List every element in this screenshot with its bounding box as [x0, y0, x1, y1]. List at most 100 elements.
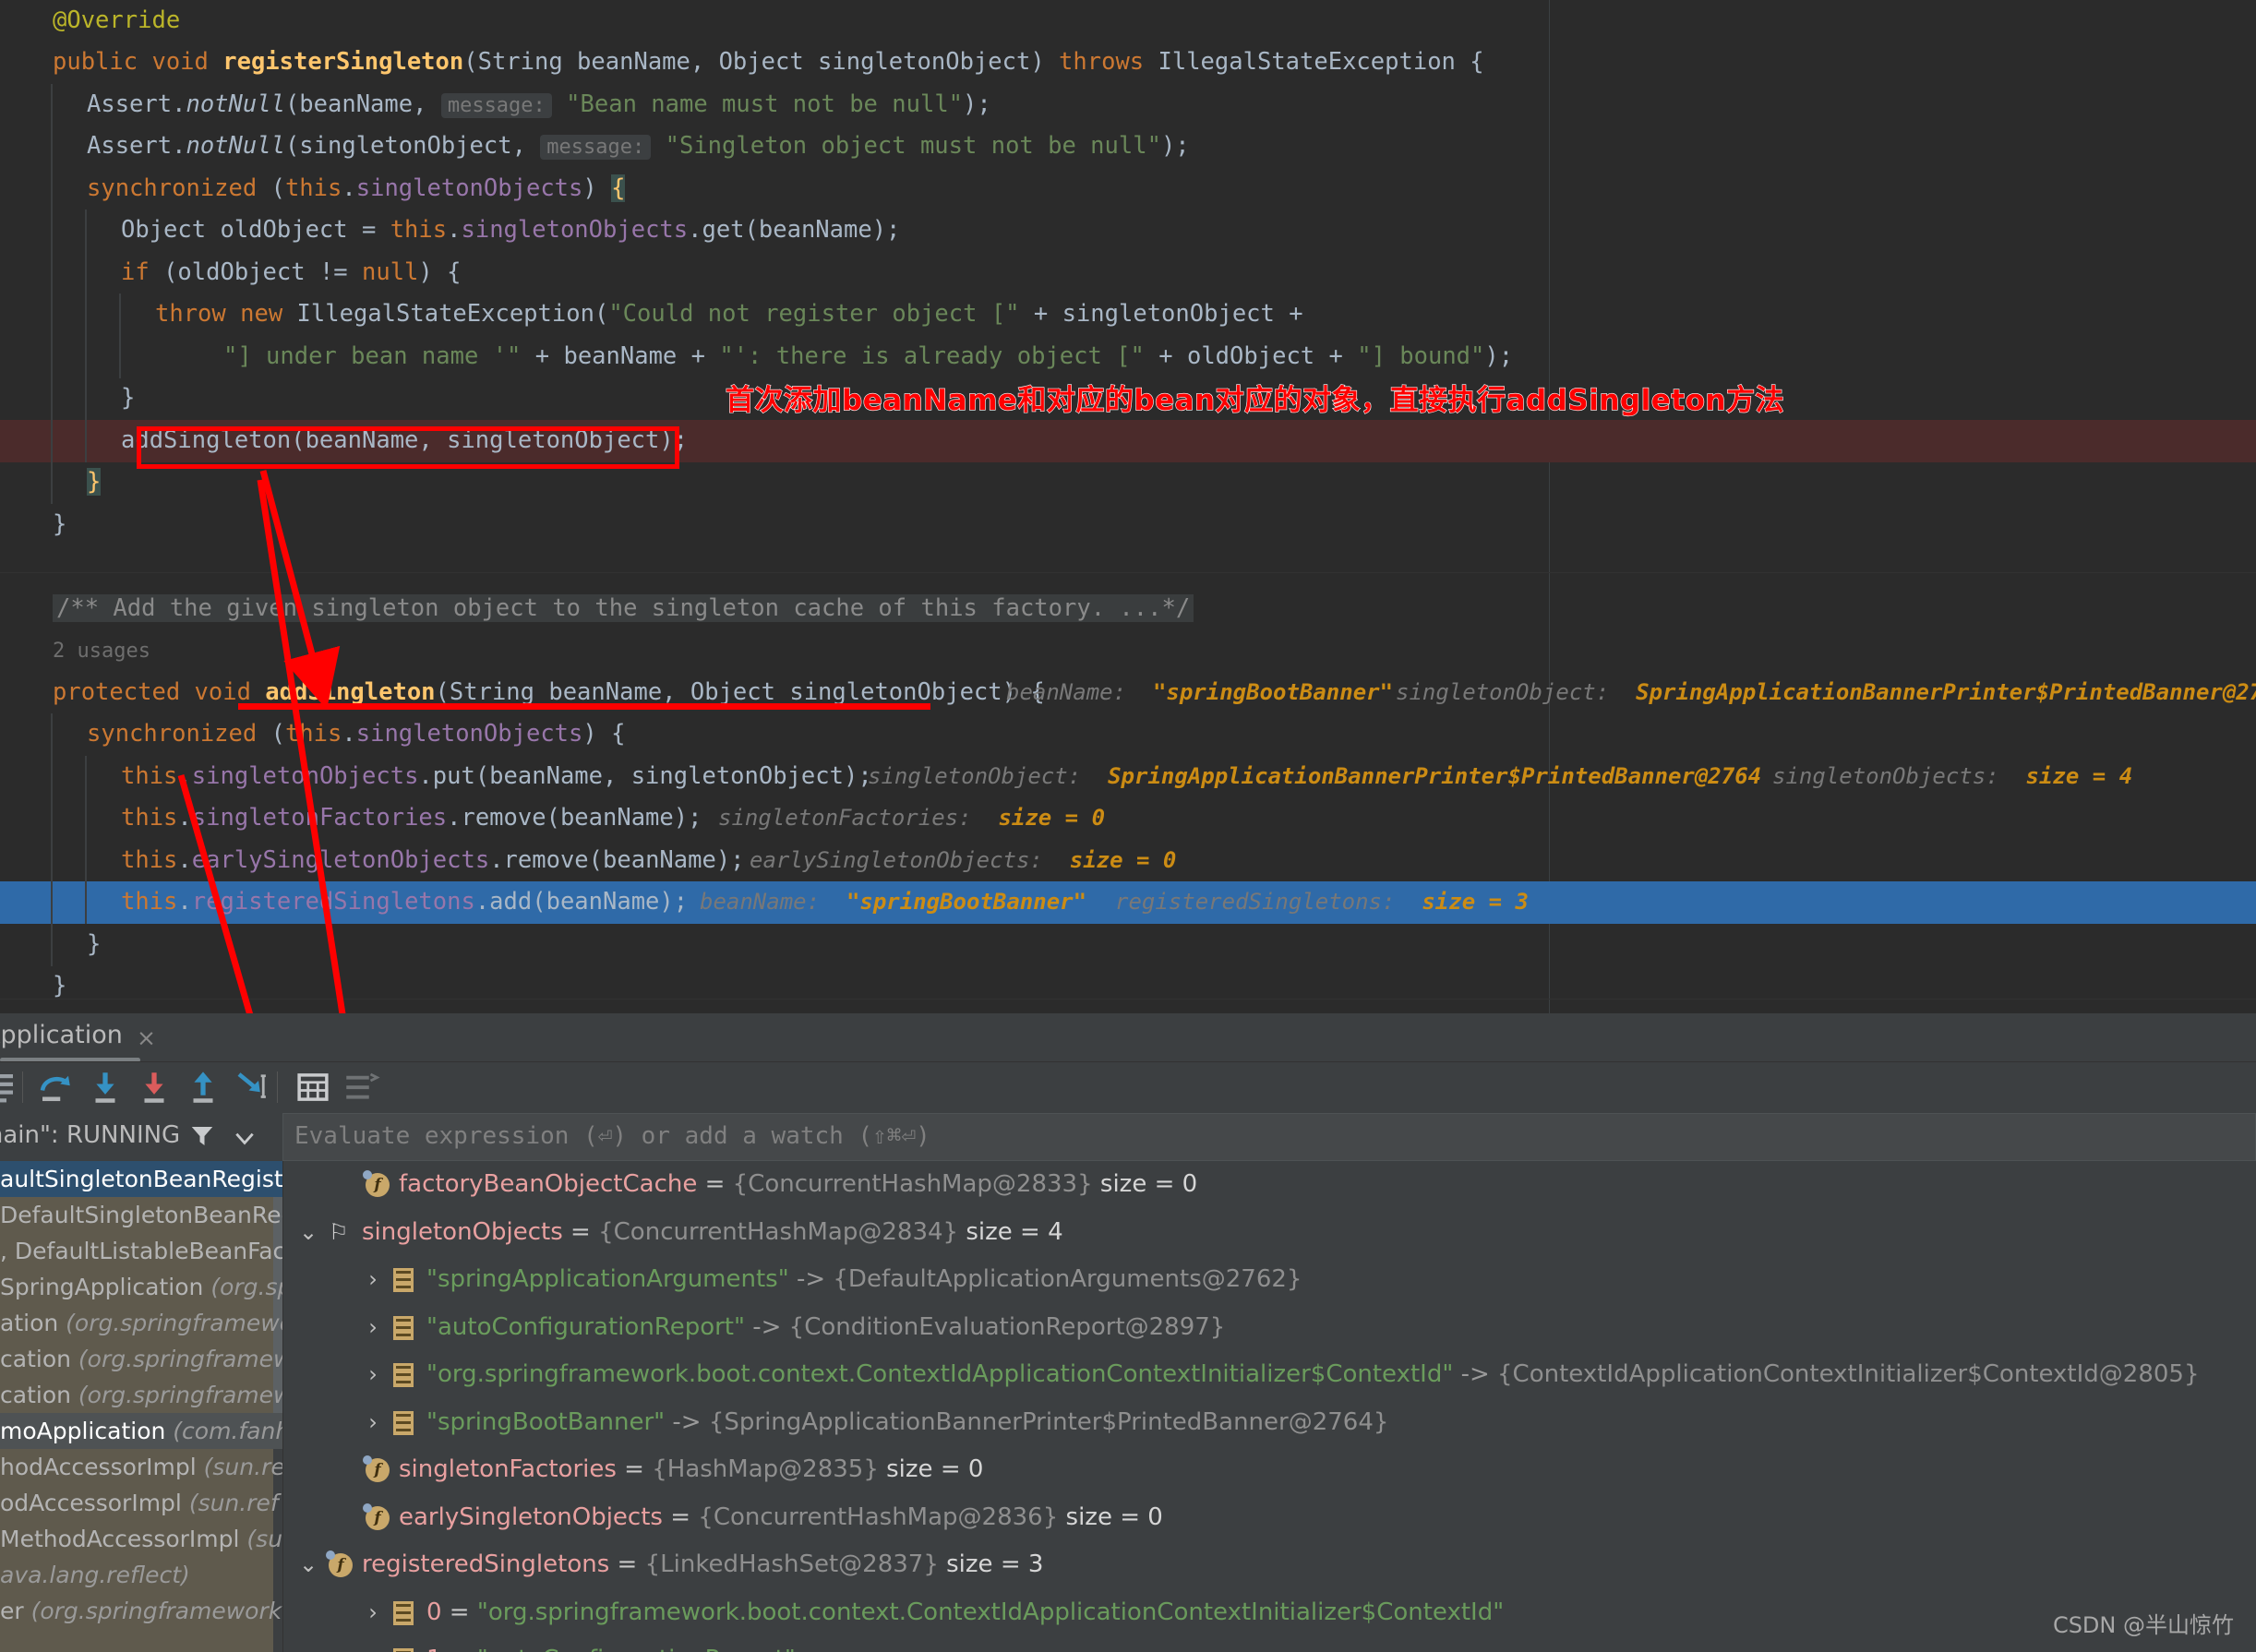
- step-out-icon[interactable]: [184, 1068, 222, 1107]
- code-token: synchronized: [87, 174, 271, 202]
- code-token: + oldObject +: [1144, 342, 1358, 370]
- code-token: this: [121, 888, 178, 916]
- code-line[interactable]: 2 usages: [0, 629, 2256, 672]
- variable-row[interactable]: › "autoConfigurationReport" -> {Condition…: [282, 1304, 2256, 1352]
- code-line[interactable]: [0, 545, 2256, 588]
- frame-package: (sun.re: [203, 1454, 282, 1480]
- step-into-icon[interactable]: [86, 1068, 125, 1107]
- variable-arrow: ->: [788, 1265, 834, 1293]
- code-token: .put(beanName, singletonObject);: [418, 762, 887, 790]
- variable-text: "springApplicationArguments" -> {Default…: [426, 1256, 1302, 1304]
- code-token: .: [447, 216, 462, 244]
- chevron-right-icon[interactable]: ›: [364, 1351, 382, 1399]
- variable-value: "autoConfigurationReport": [477, 1646, 796, 1652]
- chevron-down-icon[interactable]: [233, 1126, 257, 1150]
- debug-tool-window: Application ×: [0, 1013, 2256, 1652]
- variable-row[interactable]: f earlySingletonObjects = {ConcurrentHash…: [282, 1494, 2256, 1542]
- evaluate-expression-icon[interactable]: [294, 1068, 332, 1107]
- variable-text: "springBootBanner" -> {SpringApplication…: [426, 1399, 1388, 1447]
- frame-row[interactable]: SpringApplication (org.sp: [0, 1269, 282, 1305]
- variable-text: factoryBeanObjectCache = {ConcurrentHash…: [399, 1161, 1197, 1209]
- field-icon: f: [326, 1550, 353, 1577]
- code-line[interactable]: @Override: [0, 0, 2256, 42]
- code-token: 2 usages: [53, 640, 150, 663]
- tab-application[interactable]: Application: [0, 1021, 123, 1049]
- code-token: message:: [440, 93, 552, 118]
- close-icon[interactable]: ×: [137, 1024, 156, 1051]
- chevron-right-icon[interactable]: ›: [364, 1399, 382, 1447]
- debug-tabbar: Application ×: [0, 1013, 2256, 1062]
- settings-icon[interactable]: [342, 1068, 380, 1107]
- force-step-into-icon[interactable]: [135, 1068, 174, 1107]
- variables-tree[interactable]: f factoryBeanObjectCache = {ConcurrentHas…: [282, 1161, 2256, 1652]
- step-over-icon[interactable]: [36, 1068, 75, 1107]
- frames-list[interactable]: aultSingletonBeanRegistr DefaultSingleton…: [0, 1161, 282, 1652]
- variable-value: "org.springframework.boot.context.Contex…: [476, 1598, 1505, 1626]
- frame-row[interactable]: DefaultSingletonBeanReg: [0, 1197, 282, 1233]
- code-line[interactable]: Object oldObject = this.singletonObjects…: [0, 209, 2256, 252]
- code-line[interactable]: }: [0, 965, 2256, 1008]
- frame-row[interactable]: odAccessorImpl (sun.ref: [0, 1485, 282, 1521]
- code-token: .get(beanName);: [688, 216, 901, 244]
- code-line[interactable]: }: [0, 461, 2256, 504]
- frame-row[interactable]: cation (org.springframew: [0, 1377, 282, 1413]
- chevron-right-icon[interactable]: ›: [364, 1589, 382, 1637]
- frame-row[interactable]: , DefaultListableBeanFac: [0, 1233, 282, 1269]
- variable-index: 1: [426, 1646, 442, 1652]
- frame-row[interactable]: cation (org.springframew: [0, 1341, 282, 1377]
- frame-name: MethodAccessorImpl: [0, 1526, 247, 1552]
- code-line[interactable]: }: [0, 504, 2256, 546]
- code-line[interactable]: public void registerSingleton(String bea…: [0, 42, 2256, 84]
- chevron-right-icon[interactable]: ›: [364, 1256, 382, 1304]
- chevron-right-icon[interactable]: ›: [364, 1304, 382, 1352]
- code-line[interactable]: Assert.notNull(singletonObject, message:…: [0, 126, 2256, 168]
- variable-row[interactable]: › 0 = "org.springframework.boot.context.C…: [282, 1589, 2256, 1637]
- frame-row[interactable]: ava.lang.reflect): [0, 1557, 282, 1593]
- code-line[interactable]: throw new IllegalStateException("Could n…: [0, 293, 2256, 336]
- code-token: void: [194, 678, 266, 706]
- variable-row[interactable]: f factoryBeanObjectCache = {ConcurrentHas…: [282, 1161, 2256, 1209]
- variable-row[interactable]: ⌄ f registeredSingletons = {LinkedHashSet@…: [282, 1541, 2256, 1589]
- chevron-right-icon[interactable]: ›: [364, 1636, 382, 1652]
- code-line[interactable]: if (oldObject != null) {: [0, 252, 2256, 294]
- code-editor[interactable]: @Override public void registerSingleton(S…: [0, 0, 2256, 1013]
- code-line[interactable]: addSingleton(beanName, singletonObject);: [0, 420, 2256, 462]
- code-token: IllegalStateException {: [1158, 48, 1484, 76]
- frame-row[interactable]: [0, 1629, 282, 1652]
- frame-row[interactable]: ation (org.springframewo: [0, 1305, 282, 1341]
- code-line[interactable]: /** Add the given singleton object to th…: [0, 588, 2256, 630]
- inline-hint-label: singletonObjects:: [1772, 763, 2026, 789]
- variable-row[interactable]: › "springApplicationArguments" -> {Defaul…: [282, 1256, 2256, 1304]
- chevron-down-icon[interactable]: ⌄: [299, 1209, 318, 1257]
- frame-package: (org.springframew: [78, 1382, 282, 1408]
- variable-row[interactable]: › "org.springframework.boot.context.Conte…: [282, 1351, 2256, 1399]
- variable-row[interactable]: › 1 = "autoConfigurationReport": [282, 1636, 2256, 1652]
- inline-debug-hint: earlySingletonObjects: size = 0: [750, 840, 1176, 882]
- frame-row[interactable]: moApplication (com.fanh: [0, 1413, 282, 1449]
- frame-row[interactable]: aultSingletonBeanRegistr: [0, 1161, 282, 1197]
- code-line[interactable]: "] under bean name '" + beanName + "': t…: [0, 336, 2256, 378]
- frame-package: (org.sp: [210, 1274, 282, 1300]
- frame-row[interactable]: er (org.springframework.: [0, 1593, 282, 1629]
- code-line[interactable]: this.singletonFactories.remove(beanName)…: [0, 797, 2256, 840]
- frame-package: (org.springframew: [78, 1346, 282, 1372]
- code-token: "': there is already object [": [719, 342, 1145, 370]
- code-line[interactable]: }: [0, 924, 2256, 966]
- inline-debug-hint: singletonObject: SpringApplicationBanner…: [1396, 672, 2256, 714]
- run-to-cursor-icon[interactable]: [233, 1068, 271, 1107]
- code-line[interactable]: Assert.notNull(beanName, message: "Bean …: [0, 84, 2256, 126]
- code-line[interactable]: synchronized (this.singletonObjects) {: [0, 713, 2256, 756]
- chevron-down-icon[interactable]: ⌄: [299, 1541, 318, 1589]
- code-line[interactable]: synchronized (this.singletonObjects) {: [0, 168, 2256, 210]
- variable-row[interactable]: › "springBootBanner" -> {SpringApplicatio…: [282, 1399, 2256, 1447]
- variable-equals: =: [697, 1170, 733, 1198]
- frame-row[interactable]: hodAccessorImpl (sun.re: [0, 1449, 282, 1485]
- code-token: ): [582, 174, 612, 202]
- variable-row[interactable]: ⌄ ⚐ singletonObjects = {ConcurrentHashMap@…: [282, 1209, 2256, 1257]
- code-token: (String beanName, Object singletonObject…: [463, 48, 1060, 76]
- evaluate-expression-input[interactable]: Evaluate expression (⏎) or add a watch (…: [282, 1113, 2256, 1161]
- frame-row[interactable]: MethodAccessorImpl (su: [0, 1521, 282, 1557]
- filter-icon[interactable]: [188, 1122, 216, 1150]
- variable-row[interactable]: f singletonFactories = {HashMap@2835} siz…: [282, 1446, 2256, 1494]
- frame-name: er: [0, 1598, 31, 1624]
